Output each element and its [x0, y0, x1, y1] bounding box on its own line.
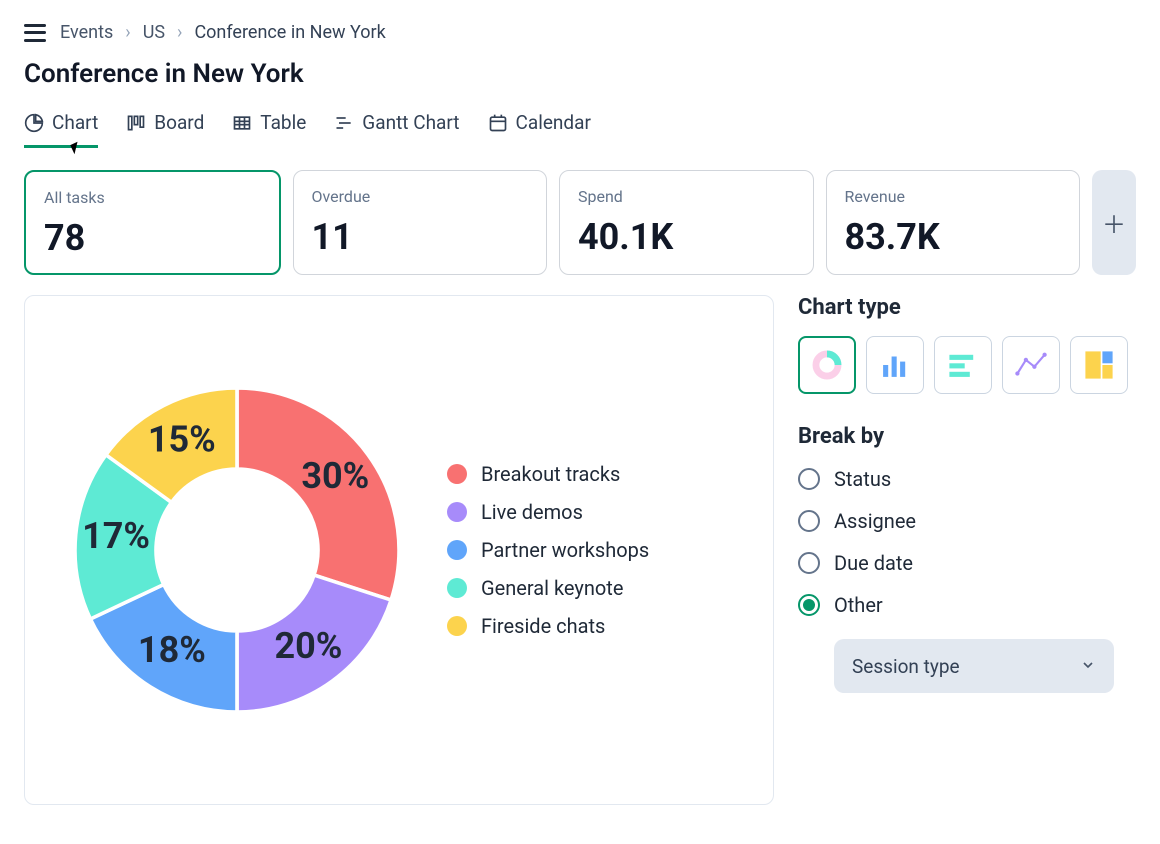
break-by-other-select[interactable]: Session type — [834, 639, 1114, 693]
radio-label: Other — [834, 593, 883, 617]
break-by-option-assignee[interactable]: Assignee — [798, 509, 1136, 533]
radio-icon — [798, 552, 820, 574]
legend-swatch — [447, 502, 467, 522]
chart-type-donut[interactable] — [798, 336, 856, 394]
breadcrumb-item-current[interactable]: Conference in New York — [194, 22, 385, 43]
add-kpi-button[interactable]: ＋ — [1092, 170, 1136, 275]
tab-calendar[interactable]: Calendar — [488, 111, 591, 148]
table-icon — [232, 113, 252, 133]
calendar-icon — [488, 113, 508, 133]
chevron-right-icon: › — [177, 22, 182, 43]
tab-label: Table — [260, 111, 306, 134]
plus-icon: ＋ — [1102, 205, 1126, 240]
kpi-value: 78 — [44, 217, 261, 259]
chart-type-line[interactable] — [1002, 336, 1060, 394]
pie-chart-icon — [24, 113, 44, 133]
chart-legend: Breakout tracks Live demos Partner worksho… — [447, 462, 649, 638]
chevron-right-icon: › — [125, 22, 130, 43]
kpi-label: Spend — [578, 187, 795, 206]
legend-item[interactable]: Live demos — [447, 500, 649, 524]
legend-label: General keynote — [481, 576, 623, 600]
radio-label: Due date — [834, 551, 913, 575]
tab-label: Gantt Chart — [362, 111, 459, 134]
page-title: Conference in New York — [24, 59, 1136, 89]
legend-label: Fireside chats — [481, 614, 605, 638]
menu-icon[interactable] — [24, 24, 46, 42]
kpi-label: All tasks — [44, 188, 261, 207]
chart-type-bar-vertical[interactable] — [866, 336, 924, 394]
radio-icon — [798, 510, 820, 532]
kpi-value: 83.7K — [845, 216, 1062, 258]
donut-slice-label: 17% — [82, 515, 150, 557]
tab-table[interactable]: Table — [232, 111, 306, 148]
legend-swatch — [447, 464, 467, 484]
break-by-option-status[interactable]: Status — [798, 467, 1136, 491]
kpi-cards: All tasks 78 Overdue 11 Spend 40.1K Reve… — [24, 170, 1136, 275]
select-value: Session type — [852, 655, 960, 678]
legend-label: Live demos — [481, 500, 583, 524]
breadcrumb-item-us[interactable]: US — [143, 22, 165, 43]
breadcrumb: Events › US › Conference in New York — [60, 22, 386, 43]
tab-board[interactable]: Board — [126, 111, 204, 148]
kpi-card-revenue[interactable]: Revenue 83.7K — [826, 170, 1081, 275]
breadcrumb-item-events[interactable]: Events — [60, 22, 113, 43]
break-by-radio-group: Status Assignee Due date Other — [798, 467, 1136, 617]
legend-item[interactable]: Fireside chats — [447, 614, 649, 638]
kpi-label: Overdue — [312, 187, 529, 206]
chart-type-treemap[interactable] — [1070, 336, 1128, 394]
chart-type-bar-horizontal[interactable] — [934, 336, 992, 394]
break-by-option-due_date[interactable]: Due date — [798, 551, 1136, 575]
kpi-card-overdue[interactable]: Overdue 11 — [293, 170, 548, 275]
legend-label: Partner workshops — [481, 538, 649, 562]
donut-slice-label: 30% — [301, 455, 369, 497]
break-by-heading: Break by — [798, 424, 1136, 449]
tab-label: Chart — [52, 111, 98, 134]
tab-label: Calendar — [516, 111, 591, 134]
chart-type-heading: Chart type — [798, 295, 1136, 320]
legend-item[interactable]: Partner workshops — [447, 538, 649, 562]
radio-icon — [798, 594, 820, 616]
legend-item[interactable]: Breakout tracks — [447, 462, 649, 486]
tab-label: Board — [154, 111, 204, 134]
legend-swatch — [447, 616, 467, 636]
kpi-value: 11 — [312, 216, 529, 258]
board-icon — [126, 113, 146, 133]
legend-swatch — [447, 578, 467, 598]
radio-label: Status — [834, 467, 891, 491]
chart-panel: 30% 20% 18% 17% 15% Breakout tracks Live demo… — [24, 295, 774, 805]
kpi-label: Revenue — [845, 187, 1062, 206]
chevron-down-icon — [1080, 655, 1096, 678]
donut-slice-label: 15% — [148, 418, 216, 460]
break-by-option-other[interactable]: Other — [798, 593, 1136, 617]
kpi-value: 40.1K — [578, 216, 795, 258]
legend-item[interactable]: General keynote — [447, 576, 649, 600]
donut-slice-label: 18% — [138, 629, 206, 671]
tab-chart[interactable]: Chart — [24, 111, 98, 148]
gantt-icon — [334, 113, 354, 133]
legend-swatch — [447, 540, 467, 560]
kpi-card-spend[interactable]: Spend 40.1K — [559, 170, 814, 275]
kpi-card-all-tasks[interactable]: All tasks 78 — [24, 170, 281, 275]
radio-label: Assignee — [834, 509, 916, 533]
legend-label: Breakout tracks — [481, 462, 620, 486]
donut-chart: 30% 20% 18% 17% 15% — [57, 370, 417, 730]
radio-icon — [798, 468, 820, 490]
donut-slice-label: 20% — [274, 625, 342, 667]
tab-gantt[interactable]: Gantt Chart — [334, 111, 459, 148]
view-tabs: Chart Board Table Gantt Chart Calendar — [24, 111, 1136, 148]
